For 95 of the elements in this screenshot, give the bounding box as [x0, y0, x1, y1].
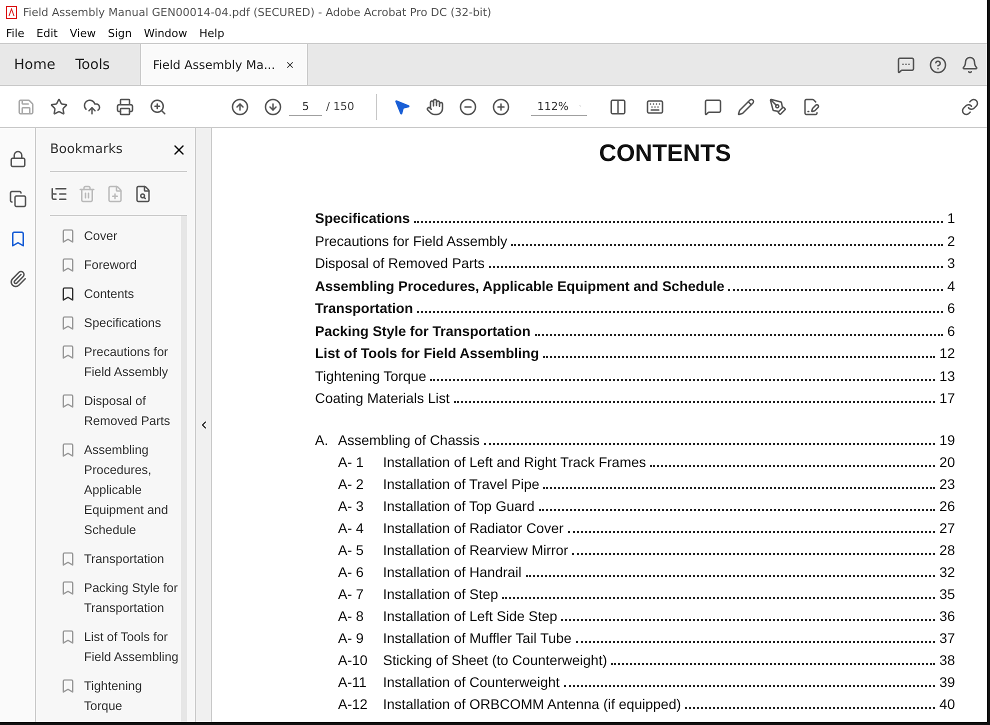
contents-entry: Installation of Travel Pipe	[383, 476, 540, 492]
contents-entry: Installation of Top Guard	[383, 498, 535, 514]
contents-entry: Transportation	[315, 300, 414, 316]
menu-item[interactable]: Edit	[36, 27, 58, 40]
contents-entry: List of Tools for Field Assembling	[315, 345, 540, 361]
contents-entry: Installation of Radiator Cover	[383, 520, 564, 536]
page-number: 35	[939, 586, 955, 602]
bookmark-item[interactable]: Transportation	[60, 549, 181, 569]
contents-entry: Packing Style for Transportation	[315, 322, 530, 338]
tab-label: Tools	[75, 56, 110, 72]
tab-label: Home	[14, 56, 56, 72]
contents-entry: Assembling Procedures, Applicable Equipment and Schedule	[315, 278, 724, 294]
page-number: 17	[939, 390, 955, 406]
section-number: A- 5	[338, 542, 365, 558]
section-number: A- 8	[338, 608, 365, 624]
bookmark-item[interactable]: Contents	[60, 284, 181, 304]
contents-entry: Installation of Counterweight	[383, 674, 560, 690]
section-number: A-10	[338, 652, 369, 668]
page-number: 4	[947, 278, 955, 294]
tab[interactable]: Home	[4, 44, 66, 85]
page-number: 37	[939, 630, 955, 646]
page-number: 39	[939, 674, 955, 690]
section-number: A- 9	[338, 630, 365, 646]
help-icon[interactable]	[929, 56, 947, 74]
page-number: 26	[939, 498, 955, 514]
contents-entry: Installation of Left Side Step	[383, 608, 558, 624]
menu-item[interactable]: View	[70, 27, 96, 40]
tab[interactable]: Field Assembly Ma...	[140, 44, 308, 85]
panel-title: Bookmarks	[50, 142, 123, 157]
contents-entry: Installation of Step	[383, 586, 498, 602]
page-number: 23	[939, 476, 955, 492]
page-number: 13	[939, 368, 955, 384]
contents-entry: Coating Materials List	[315, 390, 450, 406]
page-number: 6	[947, 322, 955, 338]
tab-label: Field Assembly Ma...	[152, 58, 276, 72]
section-number: A-12	[338, 696, 369, 712]
contents-entry: Installation of Muffler Tail Tube	[383, 630, 572, 646]
menu-item[interactable]: Window	[144, 27, 188, 40]
menu-item[interactable]: Help	[199, 27, 224, 40]
document-heading: CONTENTS	[598, 140, 732, 168]
bookmark-item[interactable]: Assembling Procedures, Applicable Equipment and Schedule	[60, 440, 181, 540]
page-number: 19	[939, 432, 955, 448]
contents-entry: Installation of Left and Right Track Frames	[383, 454, 646, 470]
tab[interactable]: Tools	[65, 44, 120, 85]
chapter-number: A.	[315, 432, 330, 448]
menu-item[interactable]: Sign	[108, 27, 132, 40]
page-number: 32	[939, 564, 955, 580]
contents-entry: Installation of Handrail	[383, 564, 522, 580]
bookmark-item[interactable]: Cover	[60, 226, 181, 246]
page-field[interactable]: 5	[289, 98, 322, 116]
bell-icon[interactable]	[961, 56, 979, 74]
bookmark-item[interactable]: List of Tools for Field Assembling	[60, 627, 181, 667]
chat-icon[interactable]	[897, 56, 915, 74]
window-title: Field Assembly Manual GEN00014-04.pdf (SECURED) - Adobe Acrobat Pro DC (32-bit)	[23, 6, 492, 18]
close-icon[interactable]	[285, 60, 296, 70]
find-bookmark-icon[interactable]	[134, 184, 152, 202]
section-number: A- 3	[338, 498, 365, 514]
contents-entry: Disposal of Removed Parts	[315, 255, 485, 271]
contents-entry: Specifications	[315, 210, 410, 226]
bookmark-item[interactable]: Specifications	[60, 313, 181, 333]
page-number: 2	[947, 232, 955, 248]
app-icon	[6, 6, 17, 18]
page-number: 1	[947, 210, 955, 226]
section-number: A- 4	[338, 520, 365, 536]
contents-entry: Assembling of Chassis	[338, 432, 480, 448]
contents-entry: Sticking of Sheet (to Counterweight)	[383, 652, 608, 668]
page-number: 20	[939, 454, 955, 470]
contents-entry: Precautions for Field Assembly	[315, 232, 508, 248]
bookmark-item[interactable]: Foreword	[60, 255, 181, 275]
section-number: A- 6	[338, 564, 365, 580]
page-number: 6	[947, 300, 955, 316]
contents-entry: Tightening Torque	[315, 368, 426, 384]
section-number: A- 1	[338, 454, 365, 470]
section-number: A- 2	[338, 476, 365, 492]
pages-icon[interactable]	[8, 190, 26, 208]
page-total: / 150	[326, 100, 354, 113]
page-number: 27	[939, 520, 955, 536]
contents-entry: Installation of ORBCOMM Antenna (if equipped)	[383, 696, 682, 712]
page-number: 38	[939, 652, 955, 668]
lock-icon[interactable]	[8, 150, 26, 168]
section-number: A- 7	[338, 586, 365, 602]
zoom-field[interactable]: 112%	[531, 98, 588, 116]
page-number: 40	[939, 696, 955, 712]
bookmark-item[interactable]: Precautions for Field Assembly	[60, 342, 181, 382]
bookmark-item[interactable]: Disposal of Removed Parts	[60, 391, 181, 431]
page-number: 36	[939, 608, 955, 624]
page-number: 28	[939, 542, 955, 558]
bookmark-item[interactable]: Packing Style for Transportation	[60, 578, 181, 618]
page-number: 12	[939, 345, 955, 361]
menu-item[interactable]: File	[6, 27, 24, 40]
section-number: A-11	[338, 674, 368, 690]
contents-entry: Installation of Rearview Mirror	[383, 542, 568, 558]
page-number: 3	[947, 255, 955, 271]
paperclip-icon[interactable]	[8, 270, 26, 288]
bookmark-item[interactable]: Tightening Torque	[60, 676, 181, 716]
